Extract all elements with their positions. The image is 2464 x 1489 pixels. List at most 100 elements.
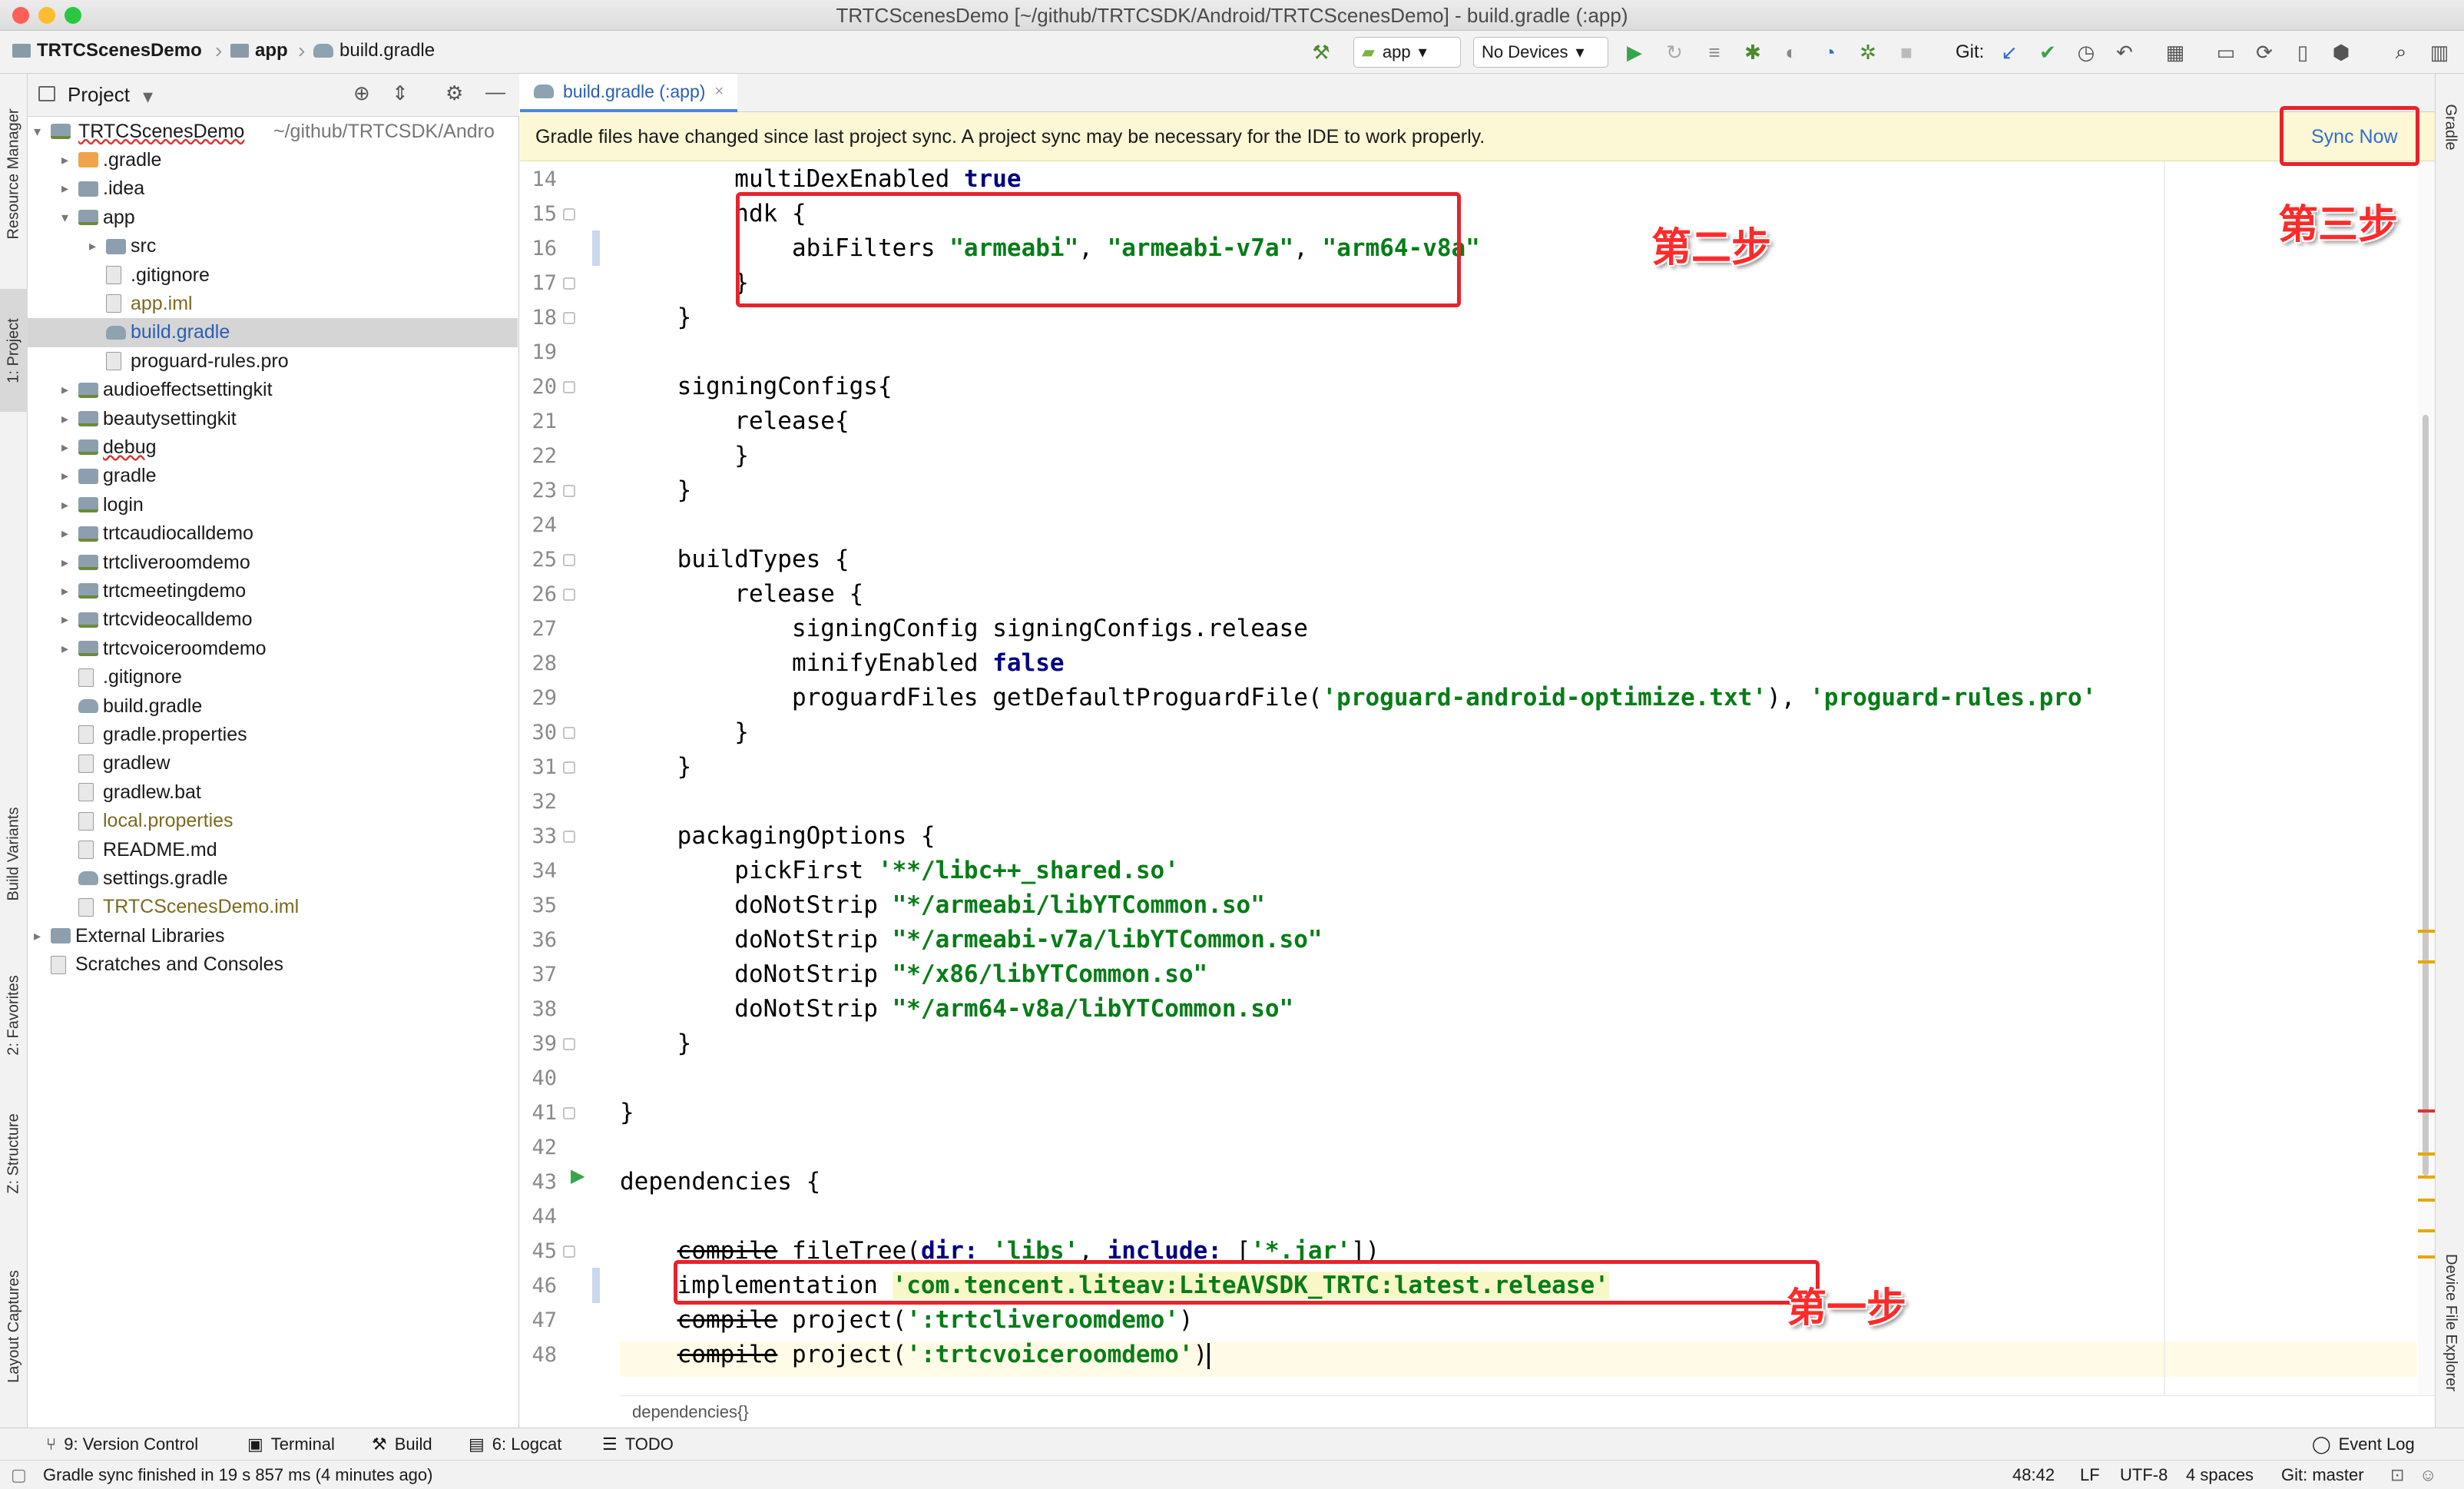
tab-favorites[interactable]: 2: Favorites [0, 950, 28, 1080]
run-icon[interactable]: ▶ [1622, 40, 1647, 65]
fold-icon[interactable] [563, 1245, 575, 1258]
tab-resource-manager[interactable]: Resource Manager [0, 89, 28, 258]
tree-root[interactable]: ▾ TRTCScenesDemo ~/github/TRTCSDK/Andro [28, 117, 518, 146]
git-update-icon[interactable]: ↙ [1997, 40, 2022, 65]
tool-logcat[interactable]: ▤ 6: Logcat [469, 1434, 561, 1454]
close-icon[interactable]: × [714, 83, 724, 101]
indent-setting[interactable]: 4 spaces [2186, 1461, 2254, 1489]
tree-item[interactable]: build.gradle [28, 317, 518, 347]
tab-project[interactable]: 1: Project [0, 289, 28, 412]
tree-item[interactable]: ▸ audioeffectsettingkit [28, 376, 518, 405]
coverage-icon[interactable]: ◐ [1779, 40, 1803, 65]
git-branch[interactable]: Git: master [2281, 1461, 2364, 1489]
fold-icon[interactable] [563, 727, 575, 739]
fold-icon[interactable] [563, 277, 575, 290]
code-editor[interactable]: multiDexEnabled true ndk { abiFilters "a… [620, 161, 2417, 1395]
tab-build-variants[interactable]: Build Variants [0, 765, 28, 942]
chevron-right-icon[interactable]: ▸ [61, 181, 68, 197]
tool-version-control[interactable]: ⑂ 9: Version Control [46, 1434, 198, 1454]
locate-icon[interactable]: ⊕ [353, 81, 370, 105]
cursor-position[interactable]: 48:42 [2012, 1461, 2055, 1489]
project-structure-icon[interactable]: ▦ [2163, 40, 2187, 65]
device-manager-icon[interactable]: ▯ [2290, 40, 2315, 65]
inspector-icon[interactable]: ☺ [2419, 1461, 2436, 1489]
chevron-right-icon[interactable]: ▸ [61, 382, 68, 398]
search-icon[interactable]: ⌕ [2389, 40, 2413, 65]
settings-icon[interactable]: ▥ [2427, 40, 2452, 65]
vcs-change-marker[interactable] [592, 1268, 600, 1303]
run-configuration-select[interactable]: ▰ app ▾ [1353, 37, 1461, 68]
chevron-right-icon[interactable]: ▸ [61, 152, 68, 168]
hammer-icon[interactable]: ⚒ [1309, 40, 1333, 65]
tree-item[interactable]: ▸ trtcvideocalldemo [28, 605, 518, 635]
tree-item[interactable]: proguard-rules.pro [28, 347, 518, 376]
tree-item[interactable]: gradlew [28, 749, 518, 778]
gear-icon[interactable]: ⚙ [445, 81, 463, 105]
line-separator[interactable]: LF [2080, 1461, 2100, 1489]
device-select[interactable]: No Devices ▾ [1473, 37, 1608, 68]
tree-item[interactable]: settings.gradle [28, 864, 518, 893]
tree-item[interactable]: gradlew.bat [28, 778, 518, 807]
chevron-right-icon[interactable]: ▸ [61, 555, 68, 571]
zoom-window-button[interactable] [65, 7, 81, 24]
attach-debugger-icon[interactable]: ✲ [1856, 40, 1880, 65]
tool-event-log[interactable]: ◯ Event Log [2312, 1434, 2415, 1454]
tree-item[interactable]: ▸ trtcvoiceroomdemo [28, 634, 518, 663]
hide-panel-icon[interactable]: — [485, 80, 505, 104]
tree-item[interactable]: ▸ trtcliveroomdemo [28, 548, 518, 577]
chevron-right-icon[interactable]: ▸ [89, 238, 96, 254]
git-rollback-icon[interactable]: ↶ [2112, 40, 2137, 65]
tab-build-gradle[interactable]: build.gradle (:app) × [520, 74, 738, 112]
tree-item[interactable]: TRTCScenesDemo.iml [28, 893, 518, 922]
file-encoding[interactable]: UTF-8 [2120, 1461, 2168, 1489]
vcs-change-marker[interactable] [592, 230, 600, 266]
chevron-down-icon[interactable]: ▾ [34, 124, 41, 140]
apply-code-changes-icon[interactable]: ≡ [1702, 40, 1727, 65]
chevron-down-icon[interactable]: ▾ [61, 210, 68, 226]
chevron-right-icon[interactable]: ▸ [61, 411, 68, 427]
breadcrumb-project[interactable]: TRTCScenesDemo [12, 40, 202, 61]
tab-gradle[interactable]: Gradle [2436, 85, 2464, 169]
tool-todo[interactable]: ☰ TODO [602, 1434, 674, 1454]
sync-gradle-icon[interactable]: ⟳ [2252, 40, 2277, 65]
chevron-right-icon[interactable]: ▸ [61, 497, 68, 513]
status-toggle-icon[interactable]: ▢ [11, 1461, 27, 1489]
collapse-all-icon[interactable]: ⇕ [392, 81, 409, 105]
git-history-icon[interactable]: ◷ [2074, 40, 2098, 65]
lock-icon[interactable]: ⊡ [2390, 1461, 2404, 1489]
fold-icon[interactable] [563, 485, 575, 497]
tree-item[interactable]: README.md [28, 835, 518, 864]
tree-item[interactable]: ▸ trtcmeetingdemo [28, 576, 518, 605]
tree-item[interactable]: build.gradle [28, 691, 518, 721]
tree-item[interactable]: app.iml [28, 289, 518, 318]
chevron-right-icon[interactable]: ▸ [61, 583, 68, 599]
fold-icon[interactable] [563, 589, 575, 601]
tree-item[interactable]: ▸ debug [28, 433, 518, 462]
tree-item[interactable]: ▸ External Libraries [28, 921, 518, 950]
tree-item[interactable]: ▾ app [28, 203, 518, 232]
close-window-button[interactable] [12, 7, 29, 24]
tree-item[interactable]: ▸ .idea [28, 174, 518, 204]
code-breadcrumb[interactable]: dependencies{} [620, 1395, 2435, 1428]
tree-item[interactable]: ▸ src [28, 232, 518, 261]
fold-icon[interactable] [563, 831, 575, 843]
fold-icon[interactable] [563, 761, 575, 774]
tool-build[interactable]: ⚒ Build [372, 1434, 432, 1454]
breadcrumb-app[interactable]: app [230, 40, 288, 61]
chevron-right-icon[interactable]: ▸ [34, 928, 41, 944]
git-commit-icon[interactable]: ✔ [2035, 40, 2060, 65]
editor-scrollbar[interactable] [2418, 161, 2435, 1395]
tree-item[interactable]: ▸ .gradle [28, 145, 518, 174]
tree-item[interactable]: ▸ login [28, 490, 518, 519]
chevron-right-icon[interactable]: ▸ [61, 641, 68, 657]
tool-terminal[interactable]: ▣ Terminal [247, 1434, 335, 1454]
tree-item[interactable]: Scratches and Consoles [28, 950, 518, 980]
fold-icon[interactable] [563, 208, 575, 221]
tree-item[interactable]: .gitignore [28, 260, 518, 290]
chevron-right-icon[interactable]: ▸ [61, 526, 68, 542]
profile-icon[interactable]: ◔ [1817, 40, 1842, 65]
fold-icon[interactable] [563, 1038, 575, 1050]
chevron-right-icon[interactable]: ▸ [61, 468, 68, 484]
avd-manager-icon[interactable]: ▭ [2214, 40, 2238, 65]
sdk-manager-icon[interactable]: ⬢ [2329, 40, 2353, 65]
